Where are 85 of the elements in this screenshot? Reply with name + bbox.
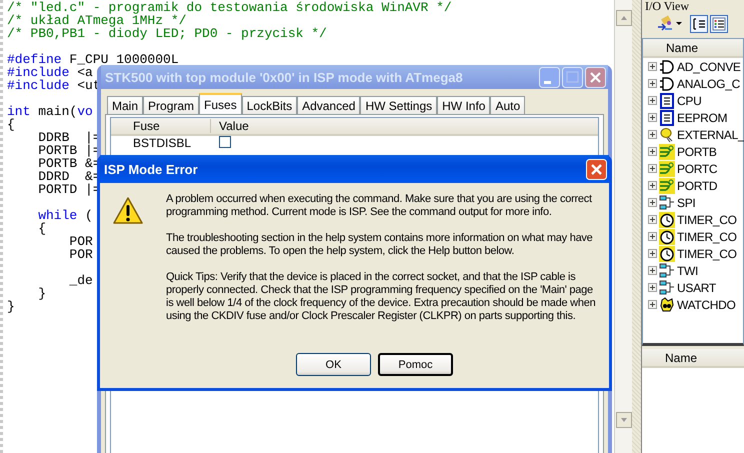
- code-line: }: [7, 300, 15, 313]
- tree-item[interactable]: TIMER_CO: [677, 212, 737, 226]
- circuit-icon: [659, 160, 675, 176]
- code-line: }: [37, 287, 46, 300]
- document-icon: [659, 92, 675, 108]
- expand-icon[interactable]: [648, 249, 657, 258]
- circuit-icon: [659, 144, 675, 160]
- expand-icon[interactable]: [648, 181, 657, 190]
- logic-gate-icon: [659, 76, 675, 92]
- code-line: /* "led.c" - programik do testowania środowiska WinAVR */: [7, 1, 452, 14]
- warning-icon: [112, 196, 144, 226]
- tree-item[interactable]: TIMER_CO: [677, 230, 737, 244]
- expand-icon[interactable]: [648, 198, 657, 207]
- tab[interactable]: HW Settings: [360, 96, 438, 114]
- expand-icon[interactable]: [648, 232, 657, 241]
- code-line: {: [37, 222, 46, 235]
- tree-item[interactable]: EEPROM: [677, 110, 728, 124]
- clock-icon: [659, 212, 675, 228]
- code-line: {: [7, 118, 15, 131]
- tab[interactable]: Fuses: [199, 93, 242, 114]
- code-line: #include <a: [7, 66, 93, 79]
- document-icon: [659, 110, 675, 126]
- code-line: while (: [37, 209, 93, 222]
- list-view-icon[interactable]: [690, 15, 708, 33]
- network-icon: [659, 280, 675, 296]
- column-header[interactable]: Name: [643, 39, 743, 58]
- tree-item[interactable]: AD_CONVE: [677, 60, 741, 74]
- code-line: /* PB0,PB1 - diody LED; PD0 - przycisk */: [7, 27, 327, 40]
- dialog-button[interactable]: OK: [296, 353, 371, 376]
- network-icon: [659, 262, 675, 278]
- column-header[interactable]: Fuse: [111, 119, 211, 133]
- expand-icon[interactable]: [648, 79, 657, 88]
- tree-item[interactable]: PORTD: [677, 178, 718, 192]
- caret-icon[interactable]: [676, 22, 682, 26]
- message-text: A problem occurred when executing the command. Make sure that you are using the correct programming method. Current mode is ISP. See the command output for more info.: [166, 193, 593, 219]
- tab[interactable]: Advanced: [297, 96, 360, 114]
- message-text: The troubleshooting section in the help system contains more information on what may have caused the problems. To open the help system, click the Help button below.: [166, 232, 594, 258]
- circuit-icon: [659, 178, 675, 194]
- expand-icon[interactable]: [648, 147, 657, 156]
- tab[interactable]: Program: [143, 96, 200, 114]
- logic-gate-icon: [659, 58, 675, 74]
- expand-icon[interactable]: [648, 283, 657, 292]
- expand-icon[interactable]: [648, 300, 657, 309]
- code-line: int main(vo: [7, 105, 93, 118]
- expand-icon[interactable]: [648, 113, 657, 122]
- window-title: STK500 with top module '0x00' in ISP mode with ATmega8: [105, 70, 464, 84]
- fuse-name: BSTDISBL: [132, 136, 192, 150]
- tree-item[interactable]: ANALOG_C: [677, 76, 740, 90]
- tree-item[interactable]: TWI: [677, 264, 698, 278]
- tree-item[interactable]: SPI: [677, 196, 696, 210]
- network-icon: [659, 194, 675, 210]
- expand-icon[interactable]: [648, 266, 657, 275]
- code-line: POR: [68, 248, 93, 261]
- code-line: /* układ ATmega 1MHz */: [7, 14, 186, 27]
- dialog-title: ISP Mode Error: [104, 162, 199, 176]
- chip-arrows-icon[interactable]: [656, 15, 674, 33]
- message-text: Quick Tips: Verify that the device is placed in the correct socket, and that the ISP cable is properly connected. Check that the ISP programming frequency specified on the 'Main' page is well below 1/4 of the clock frequency of the device. Extra precaution should be made when using the CKDIV fuse and/or Clock Prescaler Register (CLKPR) on parts supporting this.: [166, 271, 596, 323]
- tree-item[interactable]: CPU: [677, 94, 702, 108]
- tree-item[interactable]: USART: [677, 280, 716, 294]
- expand-icon[interactable]: [648, 96, 657, 105]
- expand-icon[interactable]: [648, 130, 657, 139]
- expand-icon[interactable]: [648, 215, 657, 224]
- expand-icon[interactable]: [648, 62, 657, 71]
- bulb-icon: [659, 126, 675, 142]
- dialog-button[interactable]: Pomoc: [378, 353, 453, 376]
- dog-icon: [659, 296, 675, 312]
- tab[interactable]: Main: [107, 96, 144, 114]
- code-line: _de: [68, 274, 93, 287]
- tab[interactable]: HW Info: [437, 96, 490, 114]
- tree-item[interactable]: PORTC: [677, 162, 718, 176]
- expand-icon[interactable]: [648, 164, 657, 173]
- column-header[interactable]: Value: [211, 119, 249, 133]
- clock-icon: [659, 246, 675, 262]
- clock-icon: [659, 228, 675, 244]
- checkbox[interactable]: [219, 136, 231, 148]
- tree-item[interactable]: WATCHDO: [677, 298, 736, 312]
- detail-list-icon[interactable]: [710, 15, 728, 33]
- column-header[interactable]: Name: [642, 349, 744, 368]
- code-line: POR: [68, 235, 93, 248]
- tab[interactable]: LockBits: [242, 96, 298, 114]
- tree-item[interactable]: TIMER_CO: [677, 246, 737, 260]
- splitter-bar[interactable]: [632, 0, 642, 453]
- tree-item[interactable]: PORTB: [677, 144, 717, 158]
- code-line: #define F_CPU 1000000L: [7, 53, 179, 66]
- tab[interactable]: Auto: [490, 96, 526, 114]
